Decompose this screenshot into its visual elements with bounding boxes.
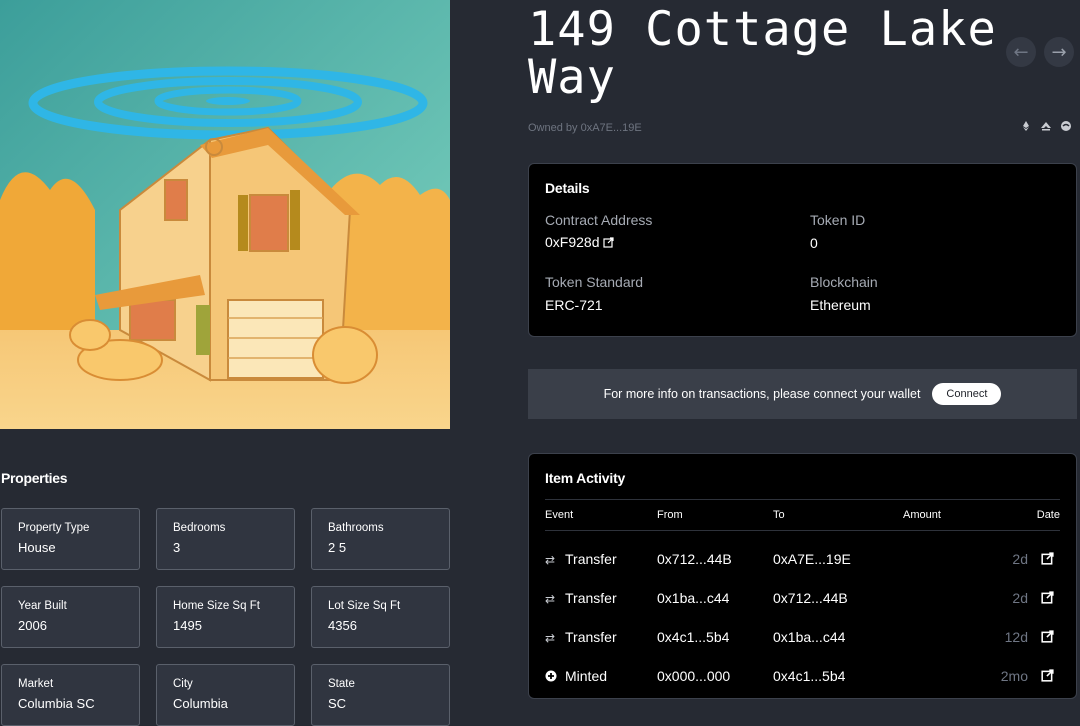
property-card: City Columbia (156, 664, 295, 726)
property-label: City (173, 678, 193, 690)
property-label: Year Built (18, 600, 67, 612)
property-card: Bathrooms 2 5 (311, 508, 450, 570)
property-card: Property Type House (1, 508, 140, 570)
property-label: Property Type (18, 522, 90, 534)
to-address[interactable]: 0xA7E...19E (773, 551, 851, 567)
arrow-left-icon: ← (1013, 41, 1029, 63)
contract-address-link[interactable]: 0xF928d (545, 234, 615, 251)
share-icons (1020, 120, 1072, 132)
to-address[interactable]: 0x4c1...5b4 (773, 668, 845, 684)
token-id-value: 0 (810, 235, 818, 251)
event-date: 2d (1012, 551, 1028, 567)
properties-heading: Properties (1, 470, 68, 486)
event-date: 2d (1012, 590, 1028, 606)
column-event: Event (545, 509, 574, 521)
table-row[interactable]: ⇄ Transfer 0x712...44B 0xA7E...19E 2d (545, 548, 1060, 570)
item-activity-heading: Item Activity (545, 470, 626, 486)
property-card: Year Built 2006 (1, 586, 140, 648)
item-activity-card: Item Activity Event From To Amount Date … (528, 453, 1077, 699)
owner-link[interactable]: Owned by 0xA7E...19E (528, 122, 642, 134)
external-link-icon (603, 235, 615, 251)
arrow-right-icon: → (1051, 41, 1067, 63)
external-link-icon[interactable] (1041, 591, 1054, 607)
property-label: Bathrooms (328, 522, 384, 534)
ethereum-icon[interactable] (1020, 120, 1032, 132)
property-value: Columbia SC (18, 696, 95, 711)
from-address[interactable]: 0x4c1...5b4 (657, 629, 729, 645)
event-type: Transfer (565, 629, 617, 645)
transfer-icon: ⇄ (545, 592, 556, 606)
details-card: Details Contract Address 0xF928d Token I… (528, 163, 1077, 337)
globe-icon[interactable] (1060, 120, 1072, 132)
property-value: House (18, 540, 56, 555)
connect-wallet-banner: For more info on transactions, please co… (528, 369, 1077, 419)
activity-table-header: Event From To Amount Date (545, 499, 1060, 531)
property-card: Lot Size Sq Ft 4356 (311, 586, 450, 648)
property-label: State (328, 678, 355, 690)
property-label: Lot Size Sq Ft (328, 600, 401, 612)
external-link-icon[interactable] (1041, 552, 1054, 568)
property-label: Home Size Sq Ft (173, 600, 260, 612)
property-label: Market (18, 678, 54, 690)
table-row[interactable]: Minted 0x000...000 0x4c1...5b4 2mo (545, 665, 1060, 687)
connect-button[interactable]: Connect (932, 383, 1002, 405)
page-title: 149 Cottage Lake Way (528, 2, 997, 105)
details-heading: Details (545, 180, 590, 196)
property-value: SC (328, 696, 347, 711)
property-value: 2 5 (328, 540, 347, 555)
to-address[interactable]: 0x712...44B (773, 590, 848, 606)
event-type: Transfer (565, 551, 617, 567)
external-link-icon[interactable] (1041, 669, 1054, 685)
token-standard-label: Token Standard (545, 274, 644, 290)
event-date: 2mo (1000, 668, 1028, 684)
from-address[interactable]: 0x000...000 (657, 668, 730, 684)
contract-address-value: 0xF928d (545, 234, 600, 250)
column-to: To (773, 509, 785, 521)
event-type: Minted (565, 668, 608, 684)
blockchain-label: Blockchain (810, 274, 878, 290)
event-type: Transfer (565, 590, 617, 606)
from-address[interactable]: 0x712...44B (657, 551, 732, 567)
property-value: Columbia (173, 696, 228, 711)
connect-wallet-message: For more info on transactions, please co… (603, 387, 921, 401)
column-date: Date (1036, 509, 1060, 521)
token-standard-value: ERC-721 (545, 297, 603, 313)
event-date: 12d (1004, 629, 1028, 645)
previous-item-button[interactable]: ← (1006, 37, 1036, 67)
table-row[interactable]: ⇄ Transfer 0x1ba...c44 0x712...44B 2d (545, 587, 1060, 609)
transfer-icon: ⇄ (545, 631, 556, 645)
property-value: 2006 (18, 618, 47, 633)
property-value: 1495 (173, 618, 202, 633)
minted-icon (545, 670, 557, 685)
external-link-icon[interactable] (1041, 630, 1054, 646)
column-amount: Amount (903, 509, 941, 521)
property-value: 4356 (328, 618, 357, 633)
property-value: 3 (173, 540, 181, 555)
blockchain-value: Ethereum (810, 297, 871, 313)
opensea-icon[interactable] (1040, 120, 1052, 132)
property-label: Bedrooms (173, 522, 226, 534)
nft-artwork (0, 0, 450, 429)
to-address[interactable]: 0x1ba...c44 (773, 629, 845, 645)
transfer-icon: ⇄ (545, 553, 556, 567)
property-card: Home Size Sq Ft 1495 (156, 586, 295, 648)
property-card: Market Columbia SC (1, 664, 140, 726)
next-item-button[interactable]: → (1044, 37, 1074, 67)
property-card: Bedrooms 3 (156, 508, 295, 570)
from-address[interactable]: 0x1ba...c44 (657, 590, 729, 606)
table-row[interactable]: ⇄ Transfer 0x4c1...5b4 0x1ba...c44 12d (545, 626, 1060, 648)
contract-address-label: Contract Address (545, 212, 653, 228)
column-from: From (657, 509, 683, 521)
property-card: State SC (311, 664, 450, 726)
token-id-label: Token ID (810, 212, 866, 228)
